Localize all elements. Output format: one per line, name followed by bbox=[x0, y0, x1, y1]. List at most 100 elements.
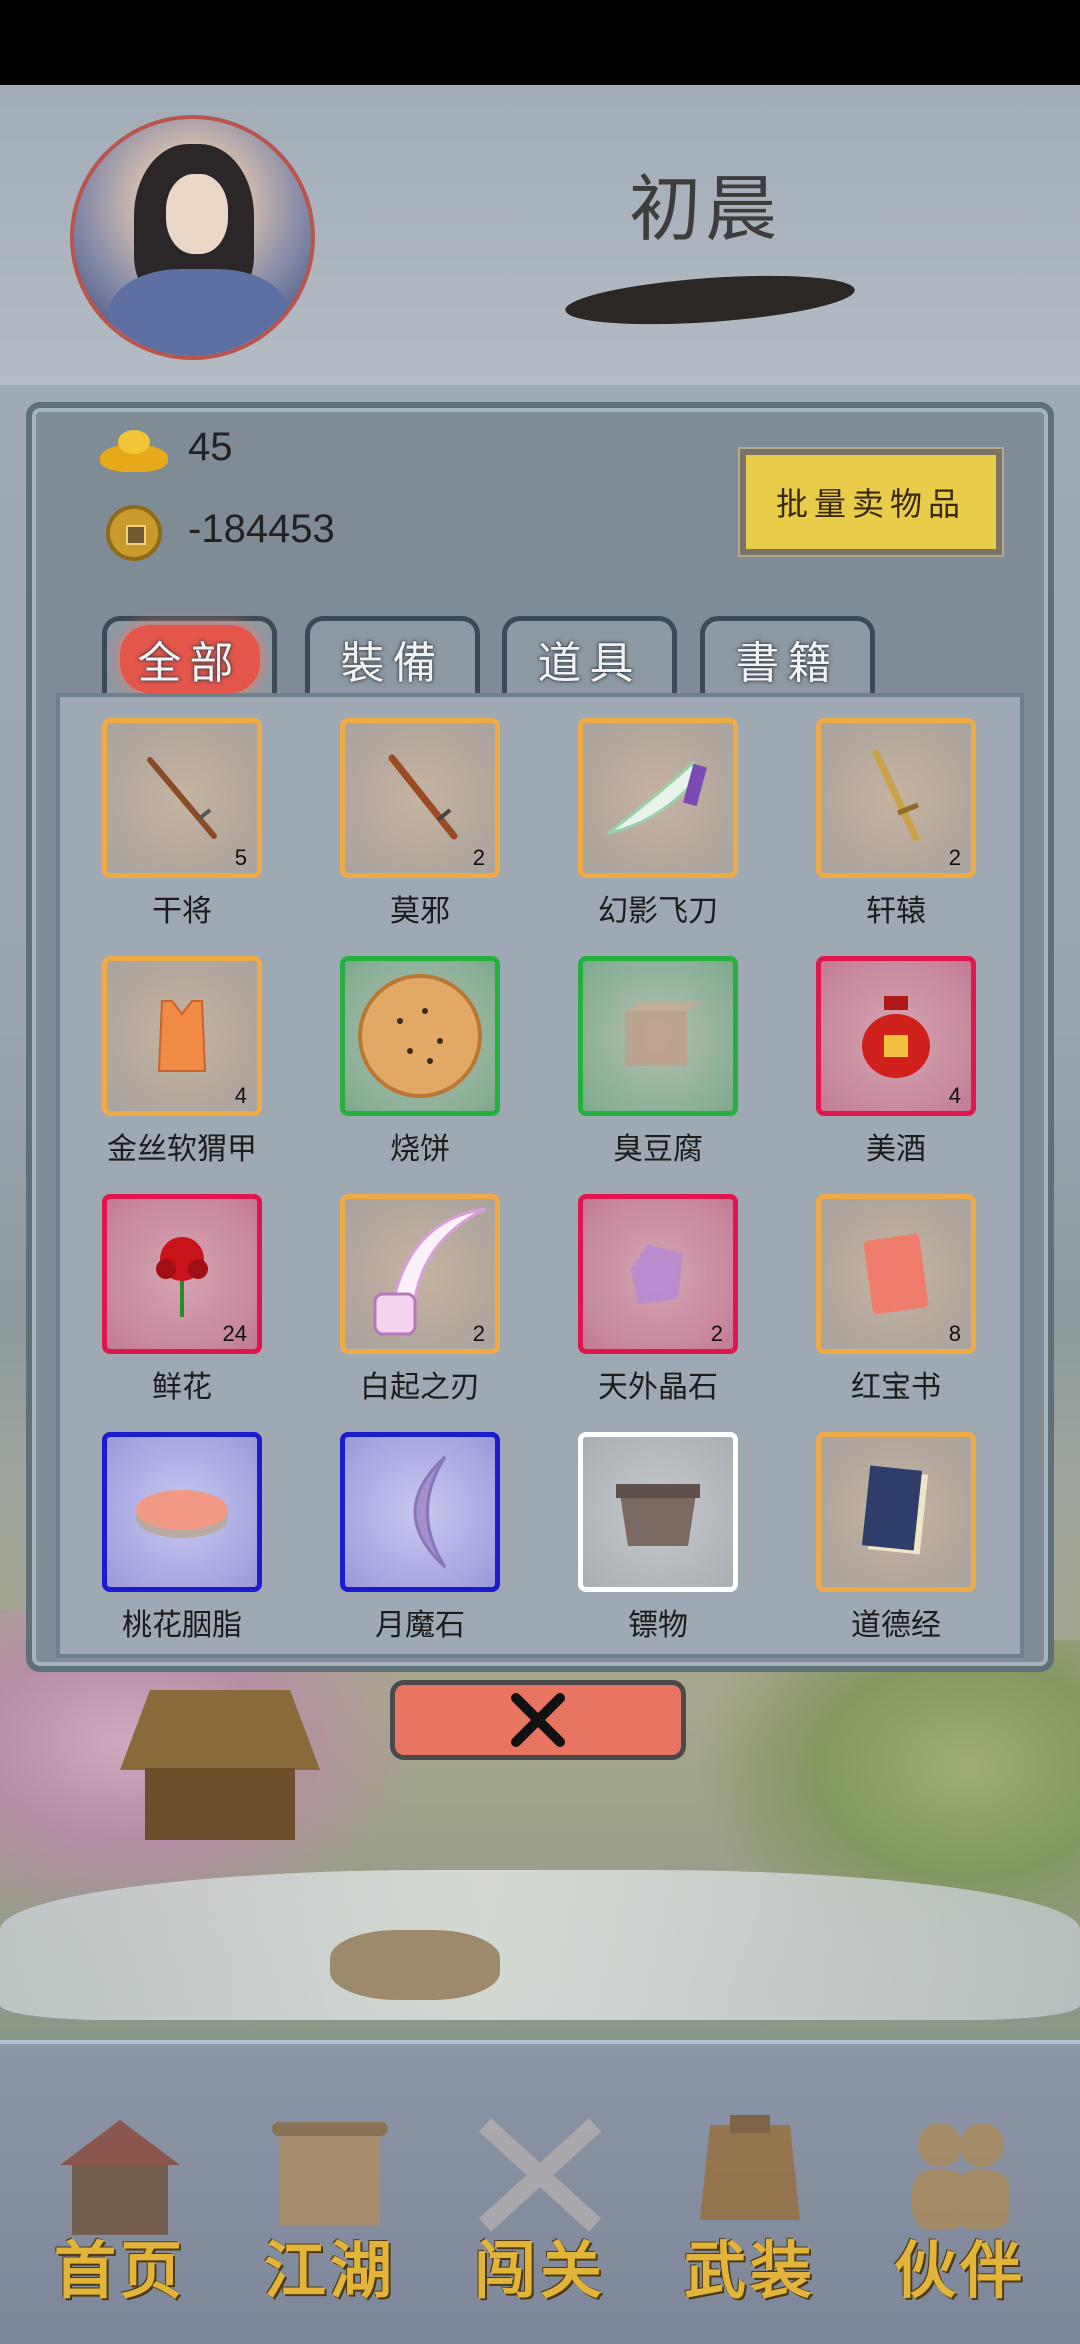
item-slot[interactable] bbox=[340, 1432, 500, 1592]
vest-armor-icon bbox=[157, 1000, 207, 1072]
item-count: 2 bbox=[472, 845, 485, 870]
flatbread-icon bbox=[358, 974, 482, 1098]
item-slot[interactable] bbox=[578, 718, 738, 878]
item-cell[interactable]: 臭豆腐 bbox=[578, 956, 738, 1168]
item-name: 美酒 bbox=[866, 1132, 926, 1167]
item-cell[interactable]: 4 金丝软猬甲 bbox=[102, 956, 262, 1168]
item-name: 红宝书 bbox=[851, 1370, 941, 1405]
tab-all[interactable]: 全部 bbox=[102, 616, 277, 696]
rock-decoration bbox=[330, 1930, 500, 2000]
status-bar bbox=[0, 0, 1080, 85]
item-count: 8 bbox=[948, 1321, 961, 1346]
item-count: 5 bbox=[234, 845, 247, 870]
item-cell[interactable]: 2 白起之刃 bbox=[340, 1194, 500, 1406]
item-name: 桃花胭脂 bbox=[122, 1608, 242, 1643]
gold-ingot-icon bbox=[100, 430, 168, 472]
red-book-icon bbox=[863, 1233, 929, 1315]
item-slot[interactable] bbox=[102, 1432, 262, 1592]
item-cell[interactable]: 2 天外晶石 bbox=[578, 1194, 738, 1406]
nav-label: 江湖 bbox=[263, 2234, 396, 2307]
item-slot[interactable] bbox=[578, 1432, 738, 1592]
sword-icon bbox=[147, 757, 217, 839]
item-cell[interactable]: 8 红宝书 bbox=[816, 1194, 976, 1406]
nav-challenge[interactable]: 闯关 bbox=[445, 2090, 635, 2310]
item-cell[interactable]: 道德经 bbox=[816, 1432, 976, 1644]
item-name: 月魔石 bbox=[375, 1608, 465, 1643]
item-cell[interactable]: 月魔石 bbox=[340, 1432, 500, 1644]
item-slot[interactable]: 2 bbox=[816, 718, 976, 878]
sword-icon bbox=[388, 754, 458, 840]
tab-props[interactable]: 道具 bbox=[502, 616, 677, 696]
golden-sword-icon bbox=[872, 749, 920, 842]
nav-partners[interactable]: 伙伴 bbox=[865, 2090, 1055, 2310]
item-name: 镖物 bbox=[628, 1608, 688, 1643]
nav-label: 首页 bbox=[53, 2234, 186, 2307]
coin-amount: -184453 bbox=[188, 507, 335, 551]
item-name: 臭豆腐 bbox=[613, 1132, 703, 1167]
item-slot[interactable] bbox=[340, 956, 500, 1116]
item-slot[interactable]: 4 bbox=[102, 956, 262, 1116]
item-name: 烧饼 bbox=[390, 1132, 450, 1167]
avatar[interactable] bbox=[70, 115, 315, 360]
item-cell[interactable]: 5 干将 bbox=[102, 718, 262, 930]
tab-label: 裝備 bbox=[340, 637, 445, 689]
item-cell[interactable]: 桃花胭脂 bbox=[102, 1432, 262, 1644]
crystal-icon bbox=[631, 1244, 683, 1304]
item-cell[interactable]: 2 莫邪 bbox=[340, 718, 500, 930]
item-slot[interactable]: 2 bbox=[578, 1194, 738, 1354]
cargo-chest-icon bbox=[616, 1484, 700, 1546]
moon-stone-icon bbox=[413, 1455, 447, 1569]
tab-equipment[interactable]: 裝備 bbox=[305, 616, 480, 696]
item-cell[interactable]: 24 鲜花 bbox=[102, 1194, 262, 1406]
player-name: 初晨 bbox=[628, 167, 781, 251]
item-slot[interactable]: 2 bbox=[340, 718, 500, 878]
item-cell[interactable]: 烧饼 bbox=[340, 956, 500, 1168]
item-cell[interactable]: 4 美酒 bbox=[816, 956, 976, 1168]
nav-jianghu[interactable]: 江湖 bbox=[235, 2090, 425, 2310]
item-slot[interactable]: 8 bbox=[816, 1194, 976, 1354]
nav-label: 武装 bbox=[683, 2234, 816, 2307]
item-slot[interactable]: 2 bbox=[340, 1194, 500, 1354]
item-cell[interactable]: 2 轩辕 bbox=[816, 718, 976, 930]
nav-label: 闯关 bbox=[473, 2234, 606, 2307]
item-slot[interactable]: 5 bbox=[102, 718, 262, 878]
tab-books[interactable]: 書籍 bbox=[700, 616, 875, 696]
item-slot[interactable]: 4 bbox=[816, 956, 976, 1116]
item-cell[interactable]: 镖物 bbox=[578, 1432, 738, 1644]
item-count: 4 bbox=[948, 1083, 961, 1108]
nav-label: 伙伴 bbox=[893, 2234, 1026, 2307]
item-count: 2 bbox=[710, 1321, 723, 1346]
item-name: 天外晶石 bbox=[598, 1370, 718, 1405]
item-count: 24 bbox=[222, 1321, 247, 1346]
flying-knife-icon bbox=[607, 760, 707, 835]
item-name: 白起之刃 bbox=[360, 1370, 480, 1405]
item-name: 莫邪 bbox=[390, 894, 450, 929]
river-decoration bbox=[0, 1870, 1080, 2020]
item-count: 2 bbox=[948, 845, 961, 870]
batch-sell-button[interactable]: 批量卖物品 bbox=[738, 447, 1004, 557]
tofu-icon bbox=[625, 1001, 703, 1066]
item-name: 幻影飞刀 bbox=[598, 894, 718, 929]
item-name: 干将 bbox=[152, 894, 212, 929]
copper-coin-icon bbox=[106, 505, 162, 561]
gold-amount: 45 bbox=[188, 425, 233, 469]
item-count: 2 bbox=[472, 1321, 485, 1346]
close-button[interactable] bbox=[390, 1680, 686, 1760]
item-name: 鲜花 bbox=[152, 1370, 212, 1405]
tab-label: 全部 bbox=[119, 624, 260, 693]
item-name: 金丝软猬甲 bbox=[107, 1132, 257, 1167]
nav-armory[interactable]: 武装 bbox=[655, 2090, 845, 2310]
item-count: 4 bbox=[234, 1083, 247, 1108]
nav-home[interactable]: 首页 bbox=[25, 2090, 215, 2310]
tab-label: 書籍 bbox=[735, 637, 840, 689]
item-slot[interactable] bbox=[816, 1432, 976, 1592]
item-cell[interactable]: 幻影飞刀 bbox=[578, 718, 738, 930]
rouge-box-icon bbox=[136, 1490, 228, 1538]
hut-decoration bbox=[120, 1690, 320, 1840]
item-slot[interactable]: 24 bbox=[102, 1194, 262, 1354]
item-name: 道德经 bbox=[851, 1608, 941, 1643]
close-icon bbox=[511, 1693, 565, 1747]
tab-label: 道具 bbox=[537, 637, 642, 689]
item-slot[interactable] bbox=[578, 956, 738, 1116]
scripture-book-icon bbox=[861, 1465, 929, 1555]
